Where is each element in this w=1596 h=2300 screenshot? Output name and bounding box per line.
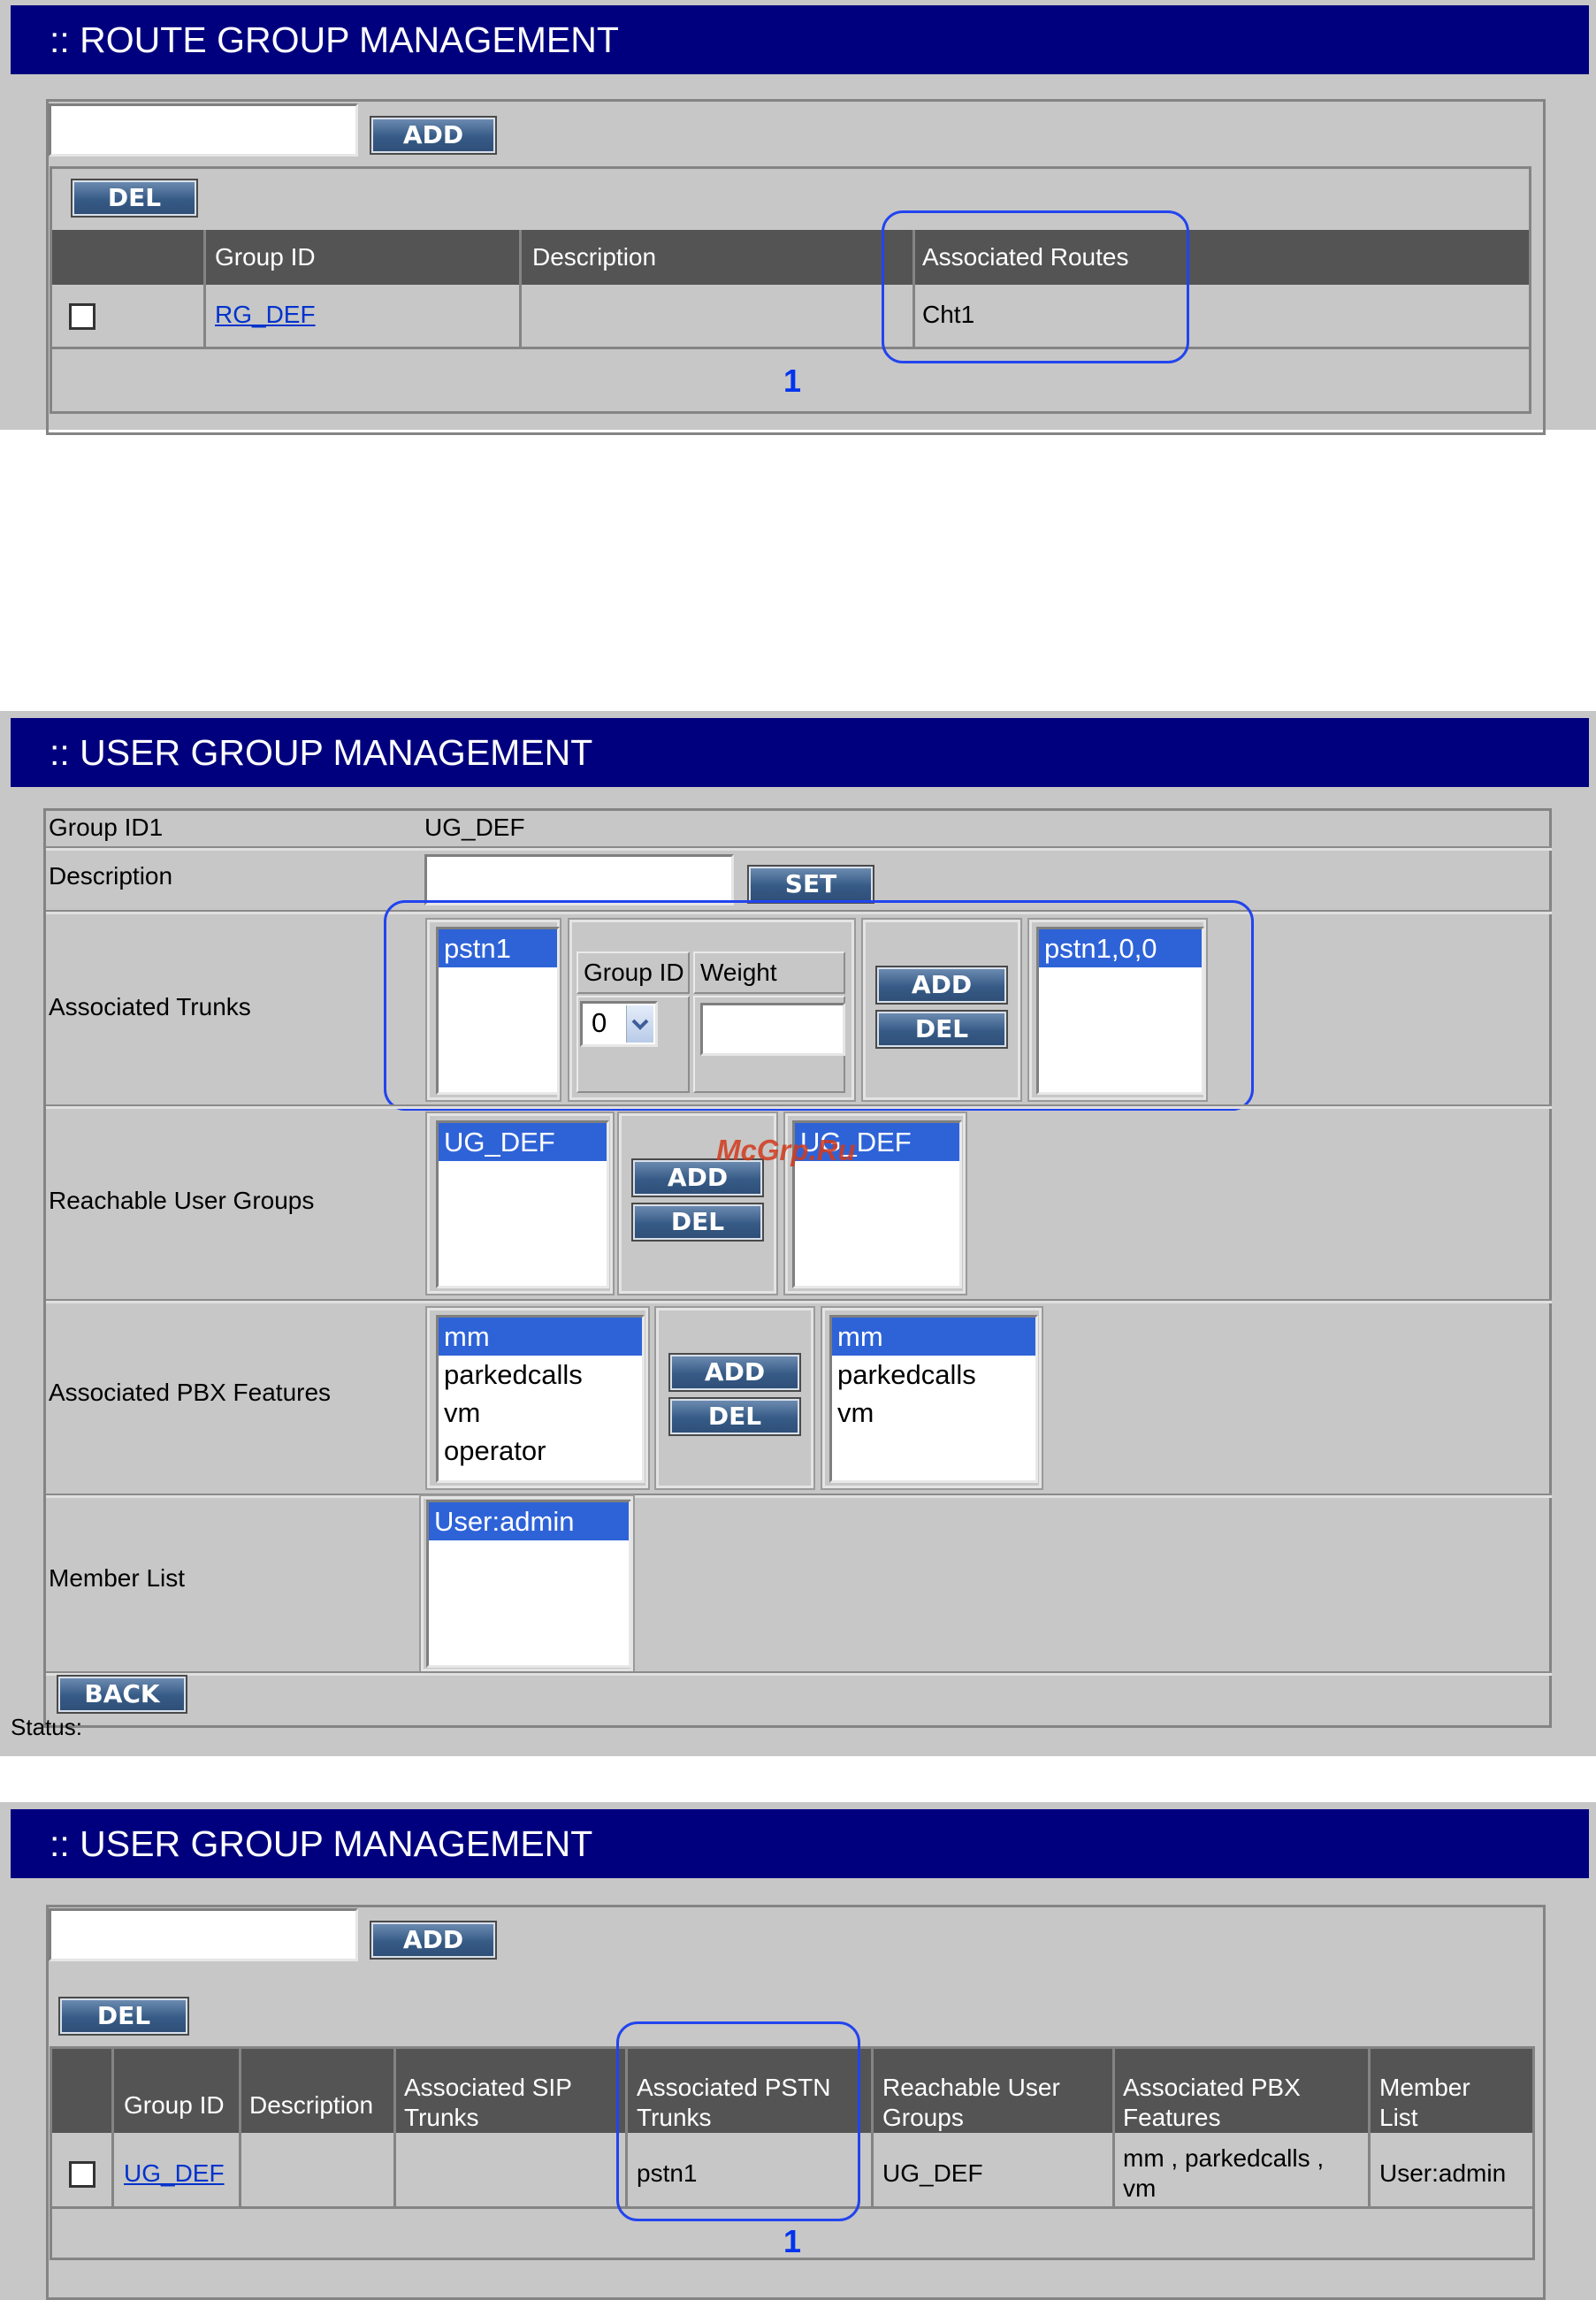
column-header-line: Trunks [404,2104,479,2131]
route-group-title: :: ROUTE GROUP MANAGEMENT [11,5,1589,74]
user-group-edit-title: :: USER GROUP MANAGEMENT [11,718,1589,787]
route-group-del-button[interactable]: DEL [71,179,198,218]
column-divider [393,2049,396,2206]
user-group-pbx-features-cell: mm , parkedcalls , vm [1123,2143,1324,2204]
column-divider [1368,2049,1371,2206]
description-input[interactable] [424,854,734,905]
column-header-line: Associated PBX [1123,2074,1301,2101]
route-group-add-button[interactable]: ADD [370,116,497,155]
column-header-line: List [1379,2104,1418,2131]
row-divider [46,1494,1552,1498]
pbx-option[interactable]: operator [439,1432,642,1470]
route-group-panel: :: ROUTE GROUP MANAGEMENT ADD DEL Group … [0,0,1596,435]
user-group-list-panel: :: USER GROUP MANAGEMENT ADD DEL Group I… [0,1802,1596,2300]
column-header-reachable-groups: Reachable User Groups [882,2073,1060,2133]
set-button[interactable]: SET [747,865,874,904]
pbx-selected-option[interactable]: mm [832,1318,1035,1356]
route-group-col-divider [519,230,522,348]
associated-routes-highlight [882,210,1189,363]
column-divider [111,2049,114,2206]
column-header-line: Features [1123,2104,1221,2131]
column-divider [1112,2049,1115,2206]
pbx-option[interactable]: parkedcalls [439,1356,642,1394]
pbx-add-button[interactable]: ADD [668,1353,801,1392]
reachable-option[interactable]: UG_DEF [439,1123,607,1161]
associated-trunks-highlight [384,900,1254,1111]
row-divider [46,846,1552,851]
pbx-buttons-frame [654,1306,815,1490]
column-divider [239,2049,241,2206]
row-divider [46,1671,1552,1676]
user-group-add-input[interactable] [49,1908,358,1961]
row-divider [46,1104,1552,1109]
user-group-edit-panel: :: USER GROUP MANAGEMENT Group ID1 UG_DE… [0,711,1596,1756]
associated-pbx-features-label: Associated PBX Features [49,1379,332,1406]
column-header-description: Description [532,243,657,271]
user-group-add-button[interactable]: ADD [370,1921,497,1960]
back-button[interactable]: BACK [57,1675,187,1714]
column-header-line: Reachable User [882,2074,1060,2101]
column-header-sip-trunks: Associated SIP Trunks [404,2073,572,2133]
row-divider [46,1299,1552,1303]
pbx-option[interactable]: vm [439,1394,642,1432]
watermark-text: McGrp.Ru [716,1134,856,1166]
group-id-value: UG_DEF [424,814,525,841]
associated-pstn-trunks-highlight [616,2021,860,2221]
pbx-selected-option[interactable]: parkedcalls [832,1356,1035,1394]
pbx-features-line: mm , parkedcalls , [1123,2144,1325,2172]
description-label: Description [49,862,173,890]
route-group-id-link[interactable]: RG_DEF [215,301,316,329]
user-group-id-link[interactable]: UG_DEF [124,2159,225,2188]
column-header-line: Groups [882,2104,964,2131]
route-group-add-input[interactable] [49,103,358,157]
associated-trunks-label: Associated Trunks [49,993,251,1020]
group-id-label: Group ID1 [49,814,164,841]
member-list-box[interactable]: User:admin [426,1500,631,1668]
route-group-col-divider [203,230,206,348]
column-header-line: Member [1379,2074,1470,2101]
column-header-description: Description [249,2091,374,2119]
user-group-del-button[interactable]: DEL [58,1997,189,2036]
user-group-list-title: :: USER GROUP MANAGEMENT [11,1809,1589,1878]
column-header-pbx-features: Associated PBX Features [1123,2073,1301,2133]
member-list-label: Member List [49,1564,186,1592]
user-group-reachable-cell: UG_DEF [882,2159,983,2187]
column-header-member-list: Member List [1379,2073,1470,2133]
route-group-row-divider [52,347,1529,349]
column-header-group-id: Group ID [124,2091,225,2119]
user-group-row-checkbox[interactable] [69,2161,95,2188]
route-group-page-number[interactable]: 1 [783,363,801,400]
pbx-features-line: vm [1123,2174,1157,2202]
pbx-available-list[interactable]: mm parkedcalls vm operator [436,1315,645,1483]
route-group-row-checkbox[interactable] [69,303,95,330]
pbx-selected-option[interactable]: vm [832,1394,1035,1432]
pbx-option[interactable]: mm [439,1318,642,1356]
column-divider [871,2049,874,2206]
status-label: Status: [11,1714,82,1740]
pbx-del-button[interactable]: DEL [668,1397,801,1436]
member-option[interactable]: User:admin [429,1502,629,1540]
user-group-members-cell: User:admin [1379,2159,1507,2187]
reachable-user-groups-label: Reachable User Groups [49,1187,315,1214]
column-header-group-id: Group ID [215,243,316,271]
reachable-available-list[interactable]: UG_DEF [436,1120,609,1288]
column-header-line: Associated SIP [404,2074,572,2101]
reachable-del-button[interactable]: DEL [631,1203,764,1242]
user-group-page-number[interactable]: 1 [783,2223,801,2260]
pbx-selected-list[interactable]: mm parkedcalls vm [829,1315,1038,1483]
